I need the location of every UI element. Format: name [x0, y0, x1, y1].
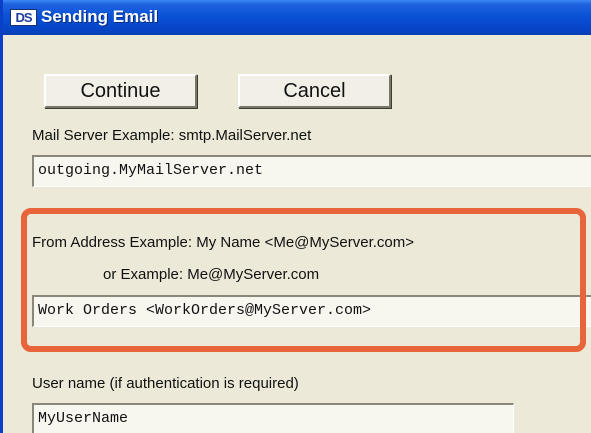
cancel-button[interactable]: Cancel [238, 74, 391, 108]
window-title: Sending Email [41, 7, 159, 26]
from-address-label: From Address Example: My Name <Me@MyServ… [32, 234, 415, 251]
continue-button[interactable]: Continue [44, 74, 197, 108]
app-icon: DS [10, 9, 37, 26]
from-address-field[interactable]: Work Orders <WorkOrders@MyServer.com> [32, 295, 591, 327]
user-name-label: User name (if authentication is required… [32, 375, 299, 392]
mail-server-field[interactable]: outgoing.MyMailServer.net [32, 155, 591, 187]
from-address-example-label: or Example: Me@MyServer.com [103, 266, 320, 283]
mail-server-label: Mail Server Example: smtp.MailServer.net [32, 127, 312, 144]
sending-email-window: DS Sending Email Continue Cancel Mail Se… [0, 0, 591, 433]
user-name-field[interactable]: MyUserName [32, 403, 514, 433]
title-bar[interactable]: DS Sending Email [3, 0, 591, 35]
